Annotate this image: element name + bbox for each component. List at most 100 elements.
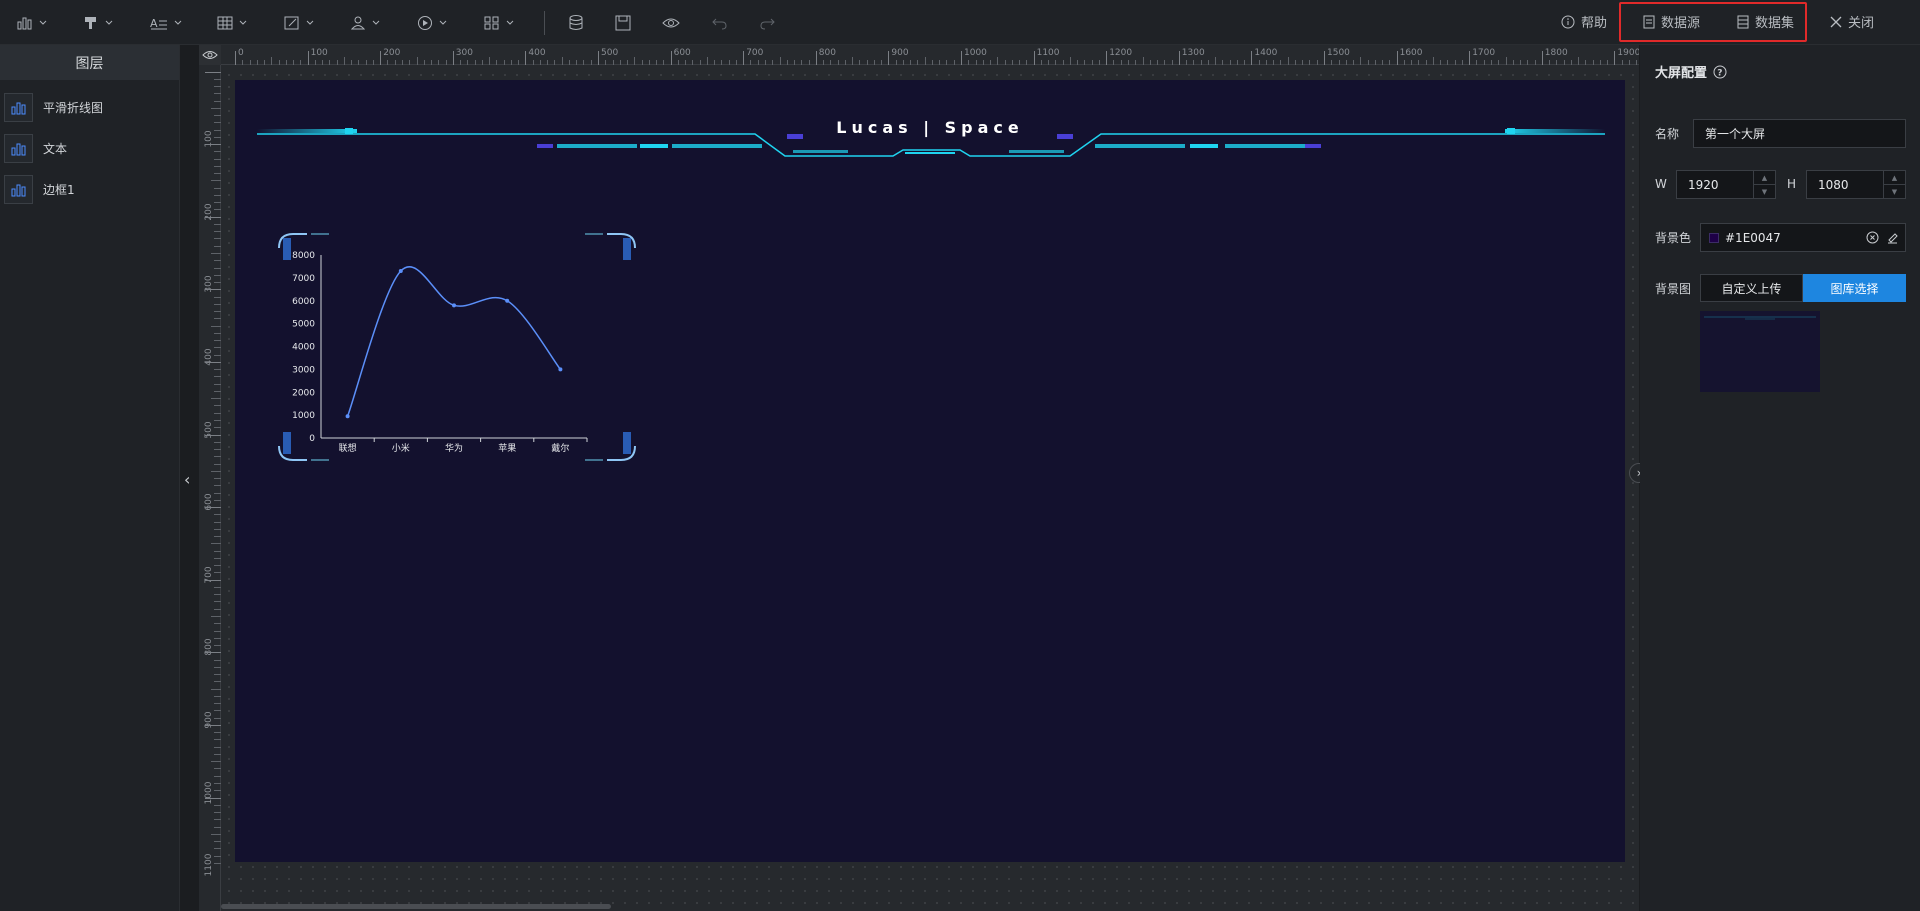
grid-tool-icon[interactable] — [483, 12, 515, 34]
ruler-tick — [1324, 51, 1325, 65]
ruler-minor-tick — [1236, 60, 1238, 65]
close-button[interactable]: 关闭 — [1830, 12, 1874, 31]
layer-item-text[interactable]: 文本 — [0, 128, 179, 169]
brush-tool-icon[interactable] — [82, 12, 114, 34]
ruler-minor-tick — [214, 463, 221, 465]
clear-circle-icon[interactable] — [1866, 231, 1879, 244]
ruler-minor-tick — [1149, 60, 1151, 65]
tab-custom-upload[interactable]: 自定义上传 — [1700, 274, 1803, 302]
collapse-left-chevron-icon[interactable]: ‹ — [184, 470, 190, 489]
tab-library-select[interactable]: 图库选择 — [1803, 274, 1906, 302]
ruler-tick-label: 1600 — [1399, 48, 1423, 58]
ruler-tick-label: 100 — [310, 48, 328, 58]
ruler-minor-tick — [214, 666, 221, 668]
height-input[interactable]: 1080 ▲ ▼ — [1806, 170, 1906, 199]
ruler-minor-tick — [1512, 60, 1514, 65]
ruler-minor-tick — [214, 528, 221, 530]
ruler-minor-tick — [214, 732, 221, 734]
ruler-minor-tick — [214, 717, 221, 719]
ruler-minor-tick — [946, 60, 948, 65]
ruler-minor-tick — [1229, 60, 1231, 65]
edit-tool-icon[interactable] — [283, 12, 315, 34]
help-button[interactable]: 帮助 — [1561, 12, 1607, 31]
ruler-minor-tick — [1309, 60, 1311, 65]
preview-eye-icon[interactable] — [661, 12, 681, 34]
ruler-minor-tick — [214, 681, 221, 683]
dataset-label: 数据集 — [1755, 16, 1795, 31]
chevron-down-icon — [105, 20, 113, 25]
dataset-button[interactable]: 数据集 — [1737, 12, 1794, 31]
ruler-minor-tick — [211, 833, 221, 835]
ruler-minor-tick — [214, 332, 221, 334]
ruler-minor-tick — [242, 60, 244, 65]
ruler-minor-tick — [1091, 60, 1093, 65]
chart-tool-icon[interactable] — [16, 12, 48, 34]
ruler-tick — [1251, 51, 1253, 65]
user-tool-icon[interactable] — [349, 12, 381, 34]
help-question-icon[interactable]: ? — [1713, 65, 1727, 79]
save-icon[interactable] — [614, 12, 632, 34]
horizontal-scrollbar[interactable] — [221, 904, 611, 909]
ruler-minor-tick — [214, 93, 221, 95]
ruler-minor-tick — [1019, 60, 1021, 65]
x-tick-label: 小米 — [392, 442, 410, 454]
screen-canvas[interactable]: Lucas | Space 8000 7000 6000 5000 4000 3000 20… — [235, 80, 1625, 862]
visibility-eye-icon[interactable] — [199, 45, 221, 65]
ruler-minor-tick — [211, 107, 221, 109]
ruler-minor-tick — [656, 60, 658, 65]
color-picker-icon[interactable] — [1886, 231, 1899, 244]
ruler-minor-tick — [1498, 60, 1500, 65]
ruler-minor-tick — [1098, 60, 1100, 65]
ruler-minor-tick — [214, 245, 221, 247]
data-point — [398, 269, 403, 274]
smooth-line-chart[interactable]: 8000 7000 6000 5000 4000 3000 2000 1000 0 联想 小米 华为 苹… — [277, 245, 597, 460]
screen-header-title[interactable]: Lucas | Space — [235, 118, 1625, 137]
ruler-minor-tick — [547, 60, 549, 65]
width-input[interactable]: 1920 ▲ ▼ — [1676, 170, 1776, 199]
ruler-minor-tick — [1273, 60, 1275, 65]
ruler-minor-tick — [1207, 60, 1209, 65]
database-icon[interactable] — [567, 12, 585, 34]
height-stepper[interactable]: ▲ ▼ — [1883, 171, 1905, 198]
datasource-button[interactable]: 数据源 — [1643, 12, 1700, 31]
layer-item-border[interactable]: 边框1 — [0, 169, 179, 210]
redo-icon[interactable] — [758, 12, 776, 34]
ruler-minor-tick — [214, 311, 221, 313]
ruler-minor-tick — [358, 60, 360, 65]
ruler-minor-tick — [1222, 60, 1224, 65]
ruler-minor-tick — [214, 260, 221, 262]
ruler-minor-tick — [205, 797, 221, 799]
ruler-minor-tick — [1157, 60, 1159, 65]
chevron-down-icon — [372, 20, 380, 25]
ruler-minor-tick — [214, 855, 221, 857]
bgcolor-input[interactable]: #1E0047 — [1700, 223, 1906, 252]
ruler-minor-tick — [1077, 60, 1079, 65]
ruler-minor-tick — [968, 60, 970, 65]
table-tool-icon[interactable] — [216, 12, 248, 34]
ruler-minor-tick — [663, 60, 665, 65]
background-thumbnail[interactable] — [1700, 311, 1820, 392]
width-stepper[interactable]: ▲ ▼ — [1753, 171, 1775, 198]
x-tick-label: 苹果 — [498, 442, 516, 454]
text-tool-icon[interactable]: A — [149, 12, 183, 34]
ruler-tick-label: 1300 — [1181, 48, 1205, 58]
ruler-minor-tick — [677, 60, 679, 65]
ruler-minor-tick — [214, 274, 221, 276]
ruler-minor-tick — [1476, 60, 1478, 65]
ruler-minor-tick — [881, 60, 883, 65]
height-value: 1080 — [1818, 177, 1849, 192]
undo-icon[interactable] — [711, 12, 729, 34]
ruler-tick — [815, 51, 817, 65]
ruler-minor-tick — [214, 674, 221, 676]
name-input[interactable]: 第一个大屏 — [1693, 119, 1906, 148]
ruler-minor-tick — [214, 441, 221, 443]
y-tick-label: 1000 — [292, 411, 315, 421]
ruler-minor-tick — [445, 60, 447, 65]
ruler-minor-tick — [214, 267, 221, 269]
ruler-minor-tick — [214, 594, 221, 596]
ruler-minor-tick — [336, 60, 338, 65]
layer-item-smooth-line-chart[interactable]: 平滑折线图 — [0, 87, 179, 128]
ruler-minor-tick — [1069, 57, 1071, 65]
media-tool-icon[interactable] — [416, 12, 448, 34]
ruler-tick — [1178, 51, 1180, 65]
